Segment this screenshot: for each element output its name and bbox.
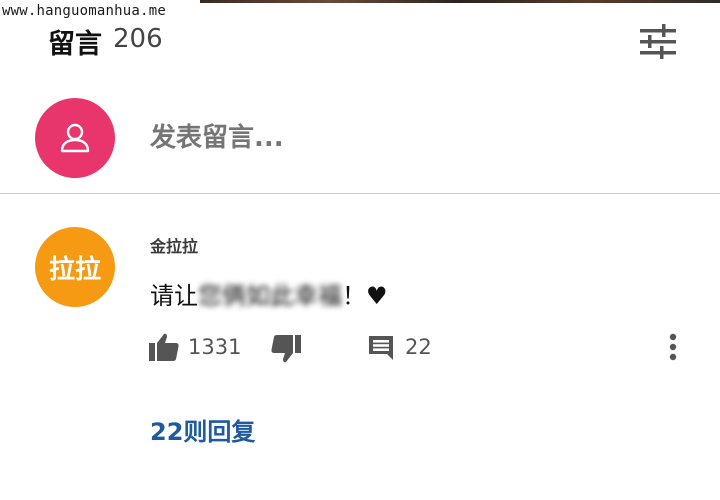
person-icon — [60, 123, 90, 153]
dislike-button[interactable] — [270, 334, 302, 364]
comment-input[interactable]: 发表留言... — [150, 118, 670, 158]
reply-button[interactable]: 22 — [367, 332, 432, 362]
comments-count: 206 — [113, 24, 163, 54]
view-replies-link[interactable]: 22则回复 — [150, 412, 255, 447]
comment-text: 请让您俩如此幸福！♥ — [150, 276, 388, 311]
top-image-strip — [200, 0, 720, 3]
comment-author[interactable]: 金拉拉 — [150, 233, 198, 257]
like-count: 1331 — [188, 335, 242, 359]
comment-text-prefix: 请让 — [150, 282, 198, 310]
tune-icon — [640, 24, 676, 59]
watermark-text: www.hanguomanhua.me — [2, 3, 166, 19]
divider — [0, 193, 720, 194]
comment-text-blurred: 您俩如此幸福 — [198, 282, 342, 310]
comment-actions: 1331 22 — [0, 332, 720, 364]
more-vert-icon — [669, 333, 677, 361]
comment-item: 拉拉 金拉拉 请让您俩如此幸福！♥ 1331 22 22则回复 — [0, 224, 720, 464]
reply-count: 22 — [405, 335, 432, 359]
comment-icon — [369, 336, 393, 360]
user-avatar — [35, 98, 115, 178]
more-options-button[interactable] — [660, 332, 686, 362]
like-button[interactable]: 1331 — [148, 332, 241, 362]
comments-header: 留言 206 — [0, 18, 720, 62]
comment-avatar[interactable]: 拉拉 — [35, 227, 115, 307]
thumbs-down-icon — [271, 335, 301, 363]
thumbs-up-icon — [149, 333, 179, 361]
filter-button[interactable] — [636, 20, 680, 64]
comment-compose: 发表留言... — [0, 98, 720, 182]
comment-text-suffix: ！♥ — [342, 282, 388, 310]
comments-title: 留言 — [48, 29, 102, 60]
